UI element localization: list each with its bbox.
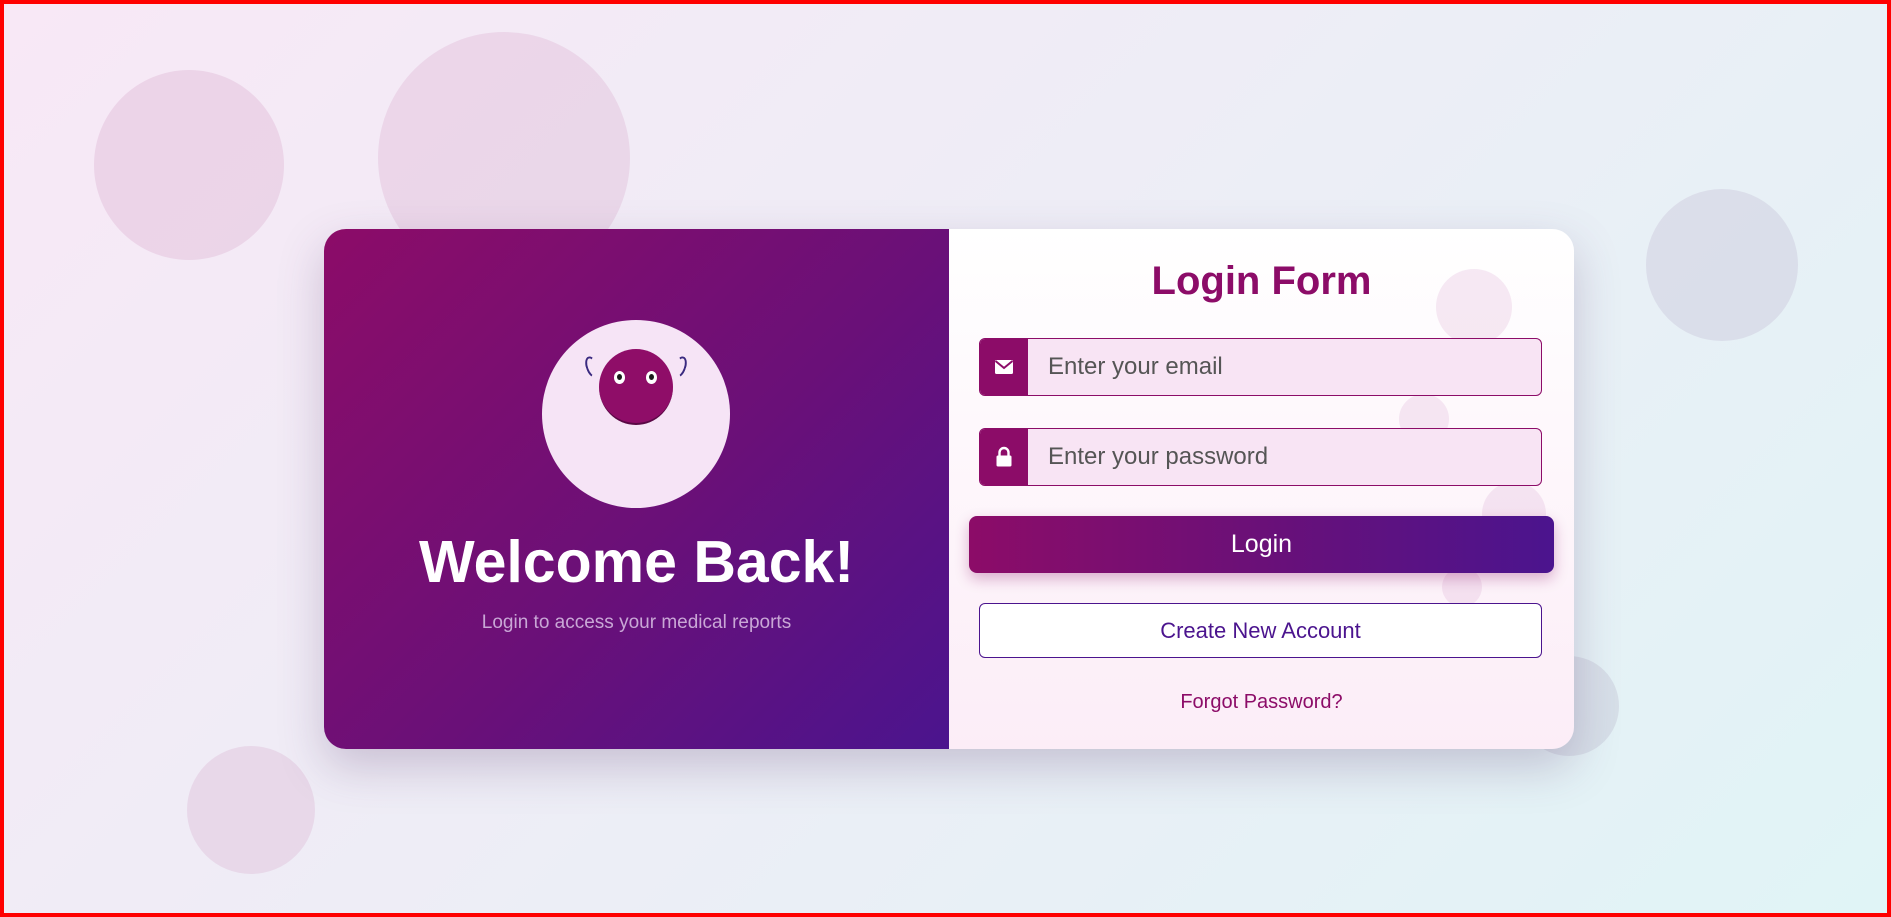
avatar — [542, 320, 730, 508]
email-input[interactable] — [1028, 339, 1541, 395]
forgot-password-link[interactable]: Forgot Password? — [949, 691, 1574, 714]
email-field — [979, 338, 1542, 396]
motion-arc-icon — [670, 354, 690, 380]
background-circle — [1646, 189, 1798, 341]
lock-icon — [980, 429, 1028, 485]
create-account-button[interactable]: Create New Account — [979, 603, 1542, 658]
decorative-circle — [1442, 567, 1482, 607]
background-circle — [94, 70, 284, 260]
smiley-face-icon — [599, 349, 673, 425]
login-form-panel: Login Form Login Create New Account Forg… — [949, 229, 1574, 749]
login-button[interactable]: Login — [969, 516, 1554, 573]
envelope-icon — [980, 339, 1028, 395]
password-field — [979, 428, 1542, 486]
login-card: Welcome Back! Login to access your medic… — [324, 229, 1574, 749]
welcome-heading: Welcome Back! — [418, 529, 855, 595]
password-input[interactable] — [1028, 429, 1541, 485]
welcome-subtitle: Login to access your medical reports — [481, 612, 792, 633]
motion-arc-icon — [582, 354, 602, 380]
background-circle — [187, 746, 315, 874]
eye-icon — [646, 371, 657, 384]
eye-icon — [614, 371, 625, 384]
form-title: Login Form — [1151, 259, 1372, 303]
welcome-panel: Welcome Back! Login to access your medic… — [324, 229, 949, 749]
